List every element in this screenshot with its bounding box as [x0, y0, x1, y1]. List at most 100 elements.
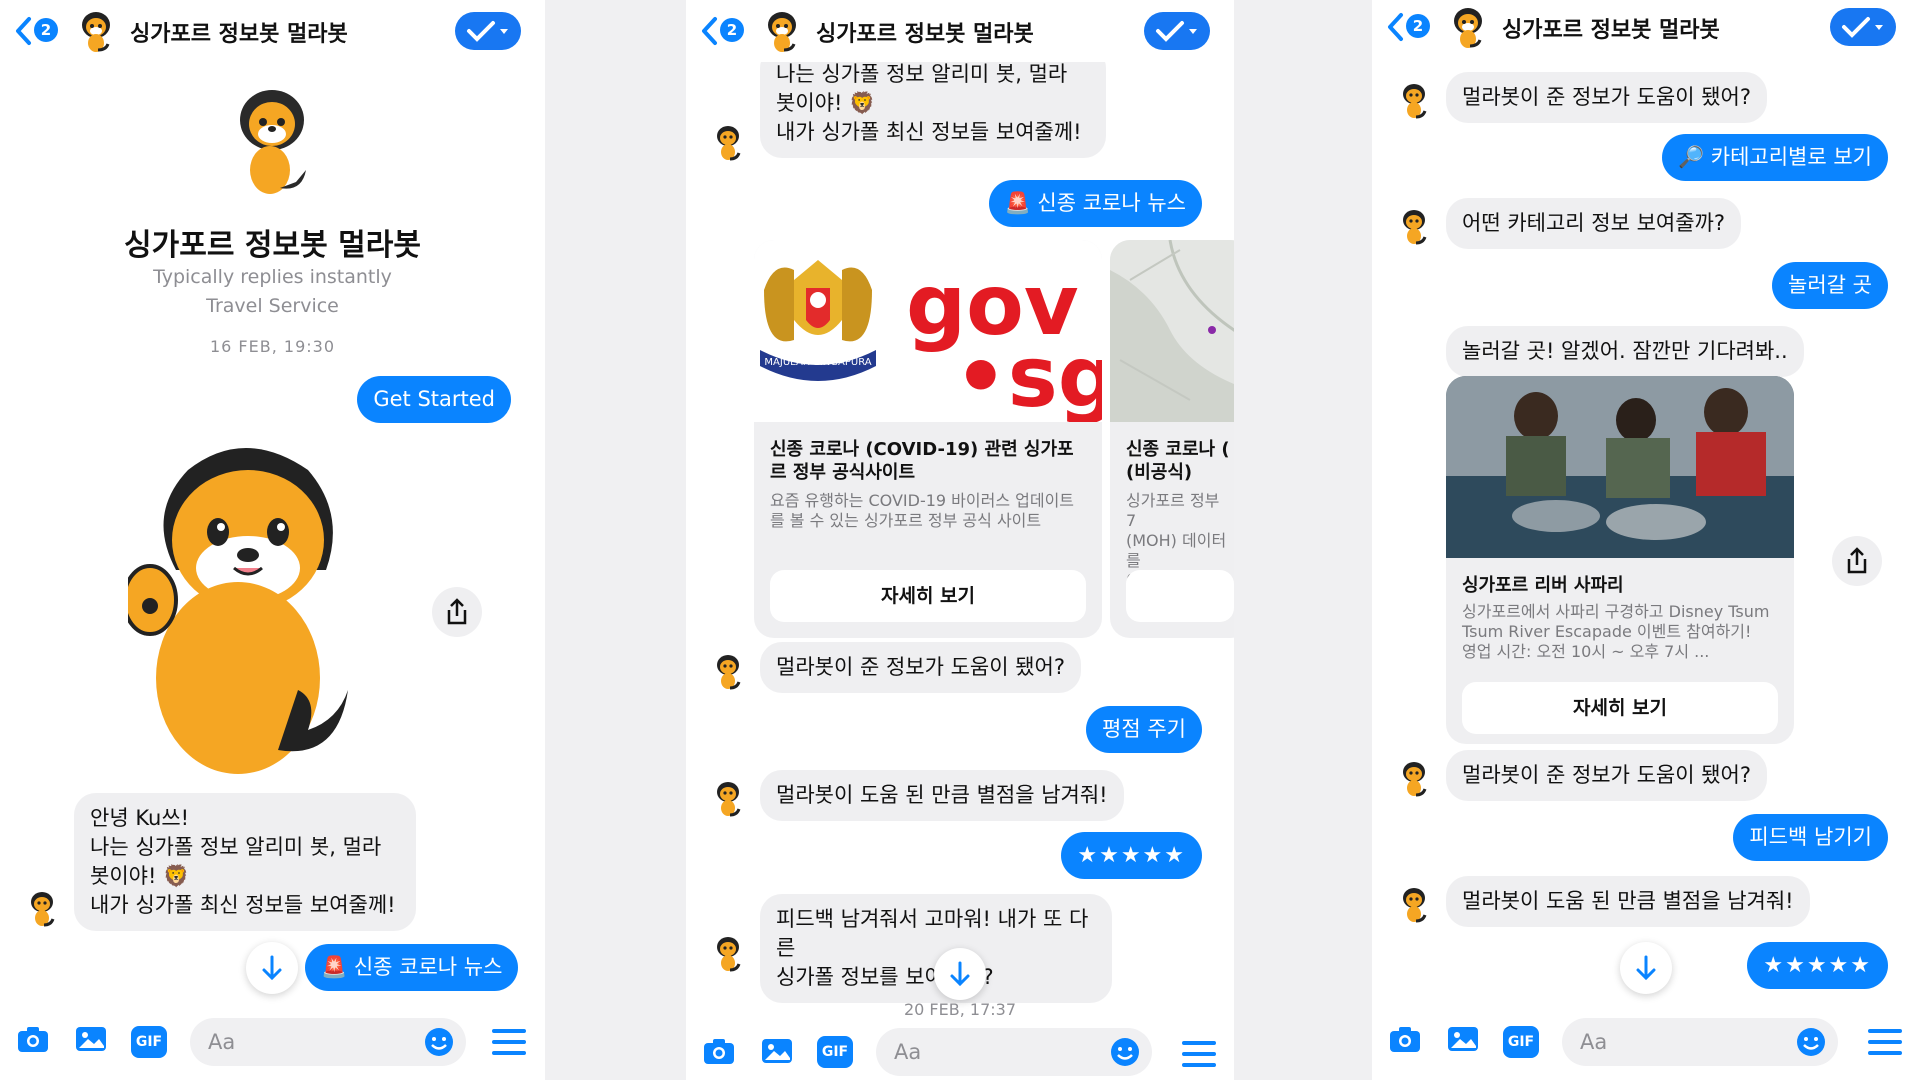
profile-name: 싱가포르 정보봇 멀라봇 — [124, 228, 421, 263]
arrow-down-icon — [1636, 955, 1656, 981]
svg-text:MAJULAH SINGAPURA: MAJULAH SINGAPURA — [764, 357, 871, 368]
map-image — [1110, 240, 1234, 422]
card-title: 싱가포르 리버 사파리 — [1462, 575, 1624, 596]
covid-news-button[interactable]: 🚨 신종 코로나 뉴스 — [305, 944, 519, 991]
back-button[interactable]: 2 — [700, 14, 746, 48]
river-safari-image — [1446, 376, 1794, 558]
scroll-down-button[interactable] — [934, 948, 986, 1000]
helpful-question: 멀라봇이 준 정보가 도움이 됐어? — [760, 642, 1082, 693]
rate-message[interactable]: 평점 주기 — [1086, 706, 1202, 753]
category-question: 어떤 카테고리 정보 보여줄까? — [1446, 198, 1742, 249]
gif-icon[interactable]: GIF — [817, 1036, 853, 1068]
profile-avatar — [232, 84, 312, 206]
camera-icon[interactable] — [702, 1036, 736, 1070]
govsg-logo: MAJULAH SINGAPURA gov •sg — [754, 240, 1102, 426]
category-message[interactable]: 🔎 카테고리별로 보기 — [1661, 134, 1888, 181]
unread-badge: 2 — [720, 18, 744, 42]
bot-avatar-icon — [1448, 6, 1488, 54]
chat-screen-1: 2 싱가포르 정보봇 멀라봇 싱가포르 정보봇 멀라봇 Typically re… — [0, 0, 545, 1080]
arrow-down-icon — [262, 955, 282, 981]
unread-badge: 2 — [34, 18, 58, 42]
message-input-placeholder: Aa — [208, 1030, 236, 1054]
card-details-button[interactable]: 자세히 보기 — [770, 570, 1086, 622]
back-button[interactable]: 2 — [14, 14, 60, 48]
thanks-message: 피드백 남겨줘서 고마워! 내가 또 다른 싱가폴 정보를 보여줄까? — [760, 894, 1112, 1003]
chevron-left-icon — [1388, 13, 1403, 41]
feedback-message[interactable]: 피드백 남기기 — [1733, 814, 1888, 861]
bot-avatar-icon — [762, 10, 802, 58]
share-icon — [447, 598, 467, 625]
places-message[interactable]: 놀러갈 곳 — [1772, 262, 1888, 309]
helpful-question: 멀라봇이 준 정보가 도움이 됐어? — [1446, 72, 1768, 123]
bot-avatar-icon — [712, 124, 744, 162]
menu-icon[interactable] — [1182, 1040, 1216, 1072]
card-title: 신종 코로나 ( (비공식) — [1126, 439, 1230, 483]
unread-badge: 2 — [1406, 14, 1430, 38]
result-card[interactable]: 신종 코로나 ( (비공식) 싱가포르 정부 7 (MOH) 데이터를 이동 경… — [1110, 240, 1234, 638]
share-button[interactable] — [432, 587, 482, 637]
bot-avatar-icon — [712, 935, 744, 973]
get-started-message[interactable]: Get Started — [357, 376, 511, 423]
bot-avatar-icon — [76, 10, 116, 58]
done-dropdown-button[interactable] — [455, 12, 521, 50]
gif-icon[interactable]: GIF — [1503, 1026, 1539, 1058]
card-details-button[interactable]: 자세히 보기 — [1462, 682, 1778, 734]
checkmark-icon — [1156, 21, 1197, 42]
card-description: 싱가포르에서 사파리 구경하고 Disney Tsum Tsum River E… — [1462, 602, 1770, 661]
chat-header: 2 싱가포르 정보봇 멀라봇 — [0, 0, 545, 62]
emoji-icon[interactable] — [1796, 1027, 1826, 1057]
intro-message: 나는 싱가폴 정보 알리미 봇, 멀라 봇이야! 🦁 내가 싱가폴 최신 정보들… — [760, 46, 1106, 158]
result-card[interactable]: MAJULAH SINGAPURA gov •sg 신종 코로나 (COVID-… — [754, 240, 1102, 638]
bot-avatar-icon — [1398, 82, 1430, 120]
profile-reply-time: Typically replies instantly — [153, 266, 392, 288]
stars-prompt: 멀라봇이 도움 된 만큼 별점을 남겨줘! — [1446, 876, 1810, 927]
places-reply: 놀러갈 곳! 알겠어. 잠깐만 기다려봐.. — [1446, 326, 1804, 377]
star-rating-message[interactable]: ★★★★★ — [1061, 832, 1202, 879]
share-icon — [1847, 547, 1867, 574]
camera-icon[interactable] — [1388, 1024, 1422, 1058]
arrow-down-icon — [950, 961, 970, 987]
done-dropdown-button[interactable] — [1144, 12, 1210, 50]
bot-avatar-icon — [712, 780, 744, 818]
camera-icon[interactable] — [16, 1024, 50, 1058]
composer-bar: GIF Aa — [1372, 1004, 1920, 1080]
card-details-button[interactable] — [1126, 570, 1234, 622]
gallery-icon[interactable] — [760, 1036, 794, 1070]
done-dropdown-button[interactable] — [1830, 8, 1896, 46]
emoji-icon[interactable] — [424, 1027, 454, 1057]
checkmark-icon — [1842, 17, 1883, 38]
scroll-down-button[interactable] — [246, 942, 298, 994]
message-input-placeholder: Aa — [894, 1040, 922, 1064]
share-button[interactable] — [1832, 536, 1882, 586]
menu-icon[interactable] — [1868, 1028, 1902, 1060]
message-input[interactable]: Aa — [876, 1028, 1152, 1076]
chevron-left-icon — [16, 17, 31, 45]
covid-news-message[interactable]: 🚨 신종 코로나 뉴스 — [988, 180, 1202, 227]
chat-screen-3: 2 싱가포르 정보봇 멀라봇 멀라봇이 준 정보가 도움이 됐어? 🔎 카테고리… — [1372, 0, 1920, 1080]
result-card[interactable]: 싱가포르 리버 사파리 싱가포르에서 사파리 구경하고 Disney Tsum … — [1446, 376, 1794, 744]
bot-avatar-icon — [1398, 886, 1430, 924]
scroll-down-button[interactable] — [1620, 942, 1672, 994]
composer-bar: GIF Aa — [686, 1020, 1234, 1080]
message-input[interactable]: Aa — [1562, 1018, 1838, 1066]
helpful-question: 멀라봇이 준 정보가 도움이 됐어? — [1446, 750, 1768, 801]
bot-avatar-icon — [26, 890, 58, 928]
star-rating-message[interactable]: ★★★★★ — [1747, 942, 1888, 989]
message-input[interactable]: Aa — [190, 1018, 466, 1066]
chat-title: 싱가포르 정보봇 멀라봇 — [816, 22, 1034, 47]
svg-text:•sg: •sg — [954, 328, 1102, 422]
chat-title: 싱가포르 정보봇 멀라봇 — [1502, 18, 1720, 43]
card-description: 요즘 유행하는 COVID-19 바이러스 업데이트를 볼 수 있는 싱가포르 … — [770, 491, 1075, 530]
chat-header: 2 싱가포르 정보봇 멀라봇 — [686, 0, 1234, 62]
chat-title: 싱가포르 정보봇 멀라봇 — [130, 22, 348, 47]
gallery-icon[interactable] — [1446, 1024, 1480, 1058]
bot-avatar-icon — [1398, 760, 1430, 798]
chevron-left-icon — [702, 17, 717, 45]
gallery-icon[interactable] — [74, 1024, 108, 1058]
emoji-icon[interactable] — [1110, 1037, 1140, 1067]
menu-icon[interactable] — [492, 1028, 526, 1060]
timestamp: 20 FEB, 17:37 — [903, 1000, 1016, 1019]
gif-icon[interactable]: GIF — [131, 1026, 167, 1058]
back-button[interactable]: 2 — [1386, 10, 1432, 44]
message-input-placeholder: Aa — [1580, 1030, 1608, 1054]
